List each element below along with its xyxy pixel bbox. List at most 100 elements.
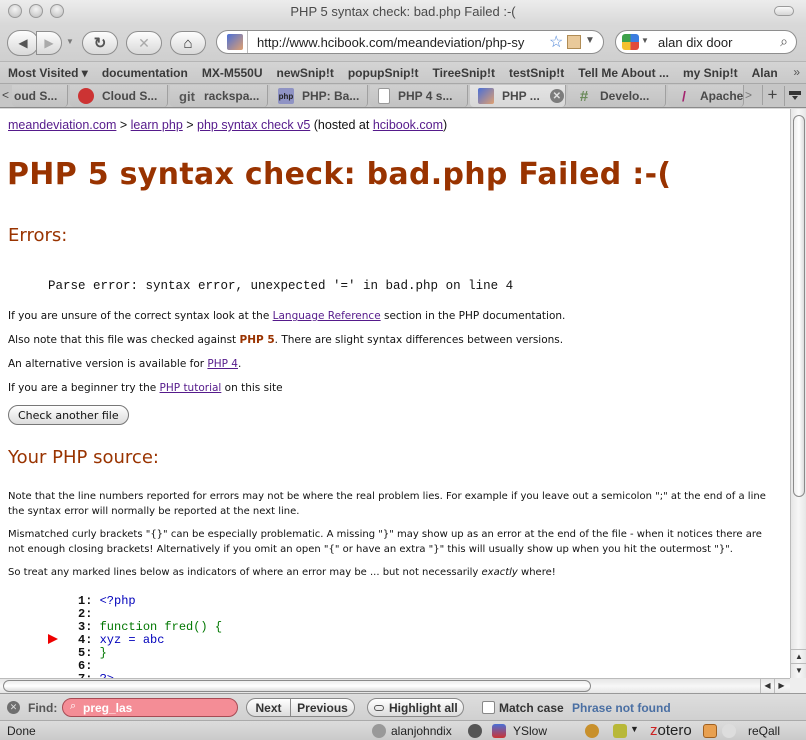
bookmark-most-visited[interactable]: Most Visited ▾ (8, 66, 88, 80)
php4-link[interactable]: PHP 4 (207, 358, 238, 370)
tab[interactable]: / Apache ... (668, 85, 744, 107)
tab-list-button[interactable] (784, 86, 804, 106)
engine-dropdown-icon[interactable]: ▼ (641, 36, 649, 45)
php-source-listing: 1: <?php 2: 3: function fred() {4: xyz = … (78, 595, 222, 679)
marked-lines-note: So treat any marked lines below as indic… (8, 565, 780, 580)
horizontal-scrollbar[interactable]: ◀ ▶ (0, 678, 790, 693)
toolbar-toggle-button[interactable] (774, 6, 794, 16)
reqall-icon[interactable] (722, 724, 736, 738)
find-input[interactable]: ⌕ preg_las (62, 698, 238, 717)
error-message: Parse error: syntax error, unexpected '=… (48, 279, 514, 293)
bookmarks-toolbar: Most Visited ▾ documentation MX-M550U ne… (0, 61, 806, 83)
bookmark-newsnipit[interactable]: newSnip!t (277, 66, 334, 80)
search-icon[interactable]: ⌕ (780, 33, 788, 50)
new-tab-button[interactable]: + (762, 85, 782, 105)
history-dropdown-icon[interactable]: ▼ (66, 37, 74, 46)
find-previous-button[interactable]: Previous (290, 698, 355, 717)
home-button[interactable]: ⌂ (170, 31, 206, 55)
yslow-icon[interactable] (492, 724, 506, 738)
notes-icon[interactable] (703, 724, 717, 738)
site-identity-icon[interactable] (227, 34, 243, 50)
match-case-checkbox[interactable] (482, 701, 495, 714)
yslow-label[interactable]: YSlow (513, 724, 547, 738)
google-engine-icon[interactable] (622, 34, 639, 50)
close-find-bar-icon[interactable]: ✕ (7, 701, 20, 714)
vertical-scrollbar[interactable]: ▲ ▼ (790, 109, 806, 678)
stop-button[interactable]: ✕ (126, 31, 162, 55)
highlight-all-label: Highlight all (389, 700, 458, 715)
hcibook-link[interactable]: hcibook.com (373, 118, 443, 132)
find-next-button[interactable]: Next (246, 698, 291, 717)
tab[interactable]: Cloud S... (70, 85, 168, 107)
url-divider (247, 31, 248, 53)
highlight-toggle-icon (374, 704, 384, 711)
bookmark-my-snipit[interactable]: my Snip!t (683, 66, 738, 80)
forward-arrow-icon: ▶ (44, 36, 54, 50)
breadcrumb-link-syntax-check[interactable]: php syntax check v5 (197, 118, 310, 132)
language-reference-link[interactable]: Language Reference (273, 310, 381, 322)
highlight-all-button[interactable]: Highlight all (367, 698, 464, 717)
reload-button[interactable]: ↻ (82, 31, 118, 55)
horizontal-scroll-thumb[interactable] (3, 680, 591, 692)
close-tab-icon[interactable]: ✕ (549, 89, 564, 103)
bookmark-alan[interactable]: Alan (752, 66, 778, 80)
breadcrumb-separator: > (116, 118, 131, 132)
status-text: Done (7, 724, 36, 738)
bookmark-tireesnipit[interactable]: TireeSnip!t (432, 66, 494, 80)
tab-active[interactable]: PHP ... ✕ (470, 85, 566, 107)
bookmark-documentation[interactable]: documentation (102, 66, 188, 80)
check-another-file-button[interactable]: Check another file (8, 405, 129, 425)
git-icon: git (179, 88, 195, 104)
window-title: PHP 5 syntax check: bad.php Failed :-( (290, 4, 516, 19)
url-dropdown-icon[interactable]: ▼ (585, 35, 595, 46)
page-action-icon[interactable] (567, 35, 581, 49)
rackspace-icon (78, 88, 94, 104)
paragraph-text: on this site (221, 382, 283, 394)
bookmark-testsnipit[interactable]: testSnip!t (509, 66, 564, 80)
bookmark-tell-me-about[interactable]: Tell Me About ... (578, 66, 669, 80)
url-input[interactable]: http://www.hcibook.com/meandeviation/php… (257, 35, 547, 50)
paragraph-text: where! (517, 567, 556, 578)
google-toolbar-dropdown-icon[interactable]: ▼ (630, 724, 639, 734)
bookmark-mx-m550u[interactable]: MX-M550U (202, 66, 263, 80)
breadcrumb-link-learn-php[interactable]: learn php (131, 118, 183, 132)
paragraph-text: So treat any marked lines below as indic… (8, 567, 482, 578)
paragraph-text: Also note that this file was checked aga… (8, 334, 240, 346)
tab-scroll-right-button[interactable]: > (745, 88, 752, 102)
user-status-icon[interactable] (372, 724, 386, 738)
user-name[interactable]: alanjohndix (391, 724, 452, 738)
scroll-left-arrow-icon[interactable]: ◀ (760, 679, 774, 693)
search-bar[interactable]: ▼ alan dix door ⌕ (615, 30, 797, 54)
forward-button[interactable]: ▶ (36, 31, 62, 55)
vertical-scroll-thumb[interactable] (793, 115, 805, 497)
php-tutorial-link[interactable]: PHP tutorial (160, 382, 222, 394)
scroll-up-arrow-icon[interactable]: ▲ (791, 649, 806, 663)
tab[interactable]: git rackspa... (170, 85, 268, 107)
scroll-right-arrow-icon[interactable]: ▶ (774, 679, 788, 693)
tab-strip: < oud S... Cloud S... git rackspa... php… (0, 83, 806, 108)
scroll-down-arrow-icon[interactable]: ▼ (791, 663, 806, 677)
tab[interactable]: # Develo... (568, 85, 666, 107)
tab[interactable]: php PHP: Ba... (270, 85, 368, 107)
tab[interactable]: oud S... (12, 85, 68, 107)
bookmark-star-icon[interactable]: ☆ (549, 32, 563, 52)
alternative-version-paragraph: An alternative version is available for … (8, 358, 241, 370)
back-button[interactable]: ◀ (7, 30, 39, 56)
google-toolbar-icon[interactable] (613, 724, 627, 738)
bookmarks-overflow-icon[interactable]: » (793, 65, 800, 79)
bookmark-popupsnipit[interactable]: popupSnip!t (348, 66, 419, 80)
firebug-icon[interactable] (468, 724, 482, 738)
php-version-label: PHP 5 (239, 334, 275, 346)
reqall-label[interactable]: reQall (748, 724, 780, 738)
greasemonkey-icon[interactable] (585, 724, 599, 738)
line-number: 2: (78, 607, 100, 621)
tab[interactable]: PHP 4 s... (370, 85, 468, 107)
reload-icon: ↻ (93, 35, 107, 52)
zotero-label[interactable]: zotero (650, 722, 692, 739)
breadcrumb-link-meandeviation[interactable]: meandeviation.com (8, 118, 116, 132)
php-icon: php (278, 88, 294, 104)
find-input-value[interactable]: preg_las (83, 701, 132, 715)
tab-scroll-left-button[interactable]: < (2, 88, 9, 102)
url-bar[interactable]: http://www.hcibook.com/meandeviation/php… (216, 30, 604, 54)
search-input[interactable]: alan dix door (658, 35, 732, 50)
